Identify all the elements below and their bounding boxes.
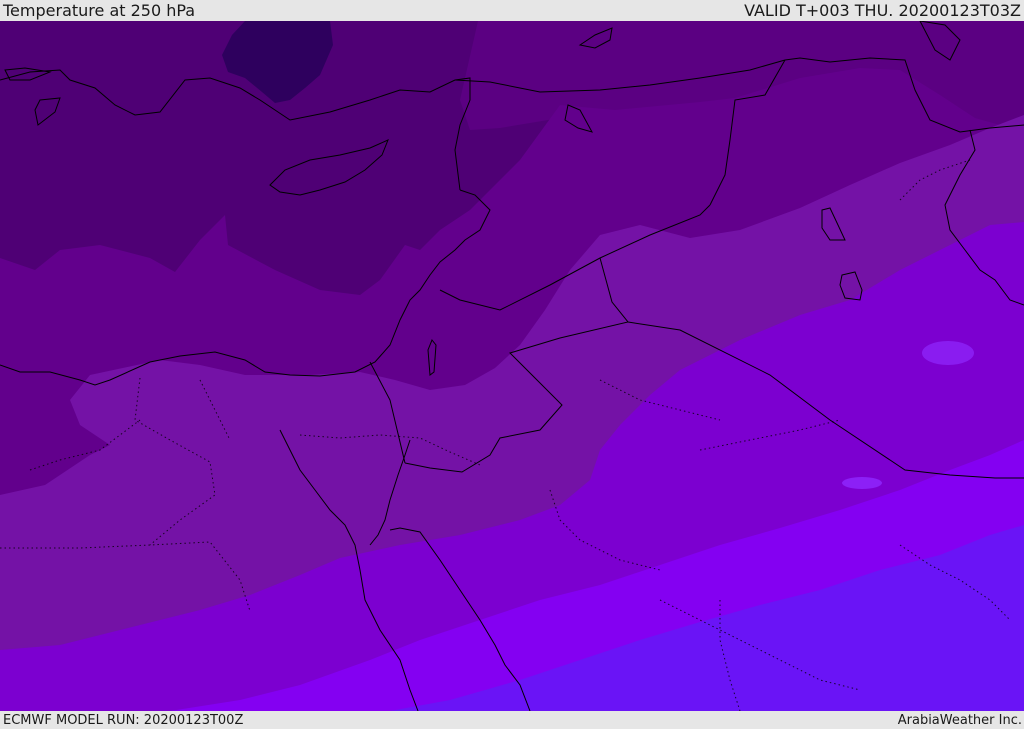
warm-patch: [922, 341, 974, 365]
model-run: ECMWF MODEL RUN: 20200123T00Z: [3, 712, 244, 728]
header-bar: Temperature at 250 hPa VALID T+003 THU. …: [0, 0, 1024, 21]
warm-patch: [842, 477, 882, 489]
footer-bar: ECMWF MODEL RUN: 20200123T00Z ArabiaWeat…: [0, 711, 1024, 729]
map-canvas[interactable]: [0, 21, 1024, 711]
credit: ArabiaWeather Inc.: [897, 712, 1022, 728]
warm-patch: [738, 338, 782, 358]
map-title: Temperature at 250 hPa: [3, 0, 196, 20]
weather-map-page: Temperature at 250 hPa VALID T+003 THU. …: [0, 0, 1024, 729]
valid-time: VALID T+003 THU. 20200123T03Z: [744, 0, 1021, 20]
